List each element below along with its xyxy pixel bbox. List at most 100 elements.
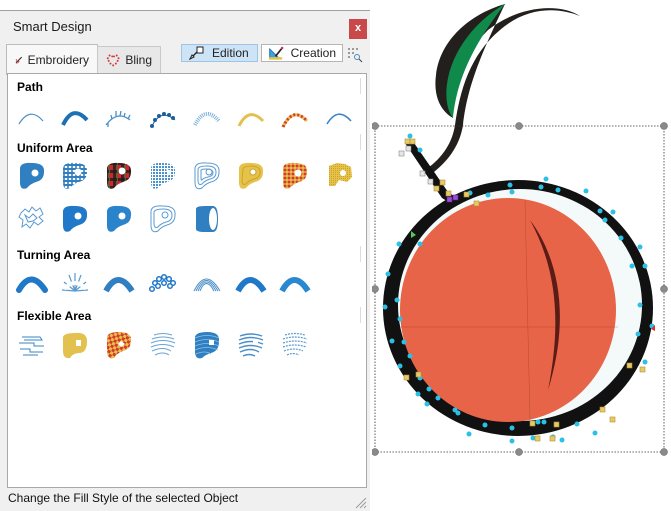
stippling-fill-icon [18,206,44,229]
wave-flex-icon [194,332,220,359]
creation-label: Creation [290,46,336,60]
gold-spiral-fill-icon [239,162,264,189]
style-gold-spiral-fill[interactable] [235,160,267,192]
handle-bl[interactable] [372,448,379,456]
style-curve-flex[interactable] [235,329,267,361]
style-red-gold-fill[interactable] [279,160,311,192]
style-tartan-fill[interactable] [103,160,135,192]
handle-mr[interactable] [660,285,668,293]
blue-texture-fill-icon [107,205,132,232]
separator [360,307,361,323]
outline-contour-fill-icon [150,205,176,233]
style-stripe-turning[interactable] [103,267,135,299]
style-3d-fill[interactable] [191,203,223,235]
edition-label: Edition [212,46,249,60]
tab-bling-label: Bling [125,53,152,67]
separator [360,78,361,94]
separator [360,134,361,150]
style-stippling-fill[interactable] [16,203,48,235]
style-maze-flex[interactable] [16,329,48,361]
close-button[interactable]: x [349,19,367,39]
handle-br[interactable] [660,448,668,456]
set-square-pencil-icon [268,46,284,60]
resize-grip-icon[interactable] [353,495,367,509]
maze-flex-icon [19,336,44,356]
style-e-stitch[interactable] [103,102,135,134]
bead-turning-icon [148,273,177,293]
style-bead-turning[interactable] [147,267,179,299]
bead-red-path-icon [281,113,309,128]
needle-icon [15,56,23,64]
heart-dots-icon [106,54,120,67]
multi-line-turning-icon [193,278,221,292]
edition-button[interactable]: Edition [181,44,258,62]
checker-flex-icon [107,332,132,359]
handle-bm[interactable] [515,448,523,456]
style-multi-line-turning[interactable] [191,267,223,299]
creation-button[interactable]: Creation [261,44,343,62]
style-bead-path[interactable] [147,102,179,134]
lines-flex-icon [150,333,176,356]
style-blue-texture-fill[interactable] [103,203,135,235]
separator [360,246,361,262]
radial-turning-icon [61,273,89,292]
red-gold-fill-icon [283,162,308,189]
tab-embroidery-label: Embroidery [27,53,89,67]
stitch-styles-list: Path Uniform Area Turning Area Flexible … [7,73,367,488]
style-lines-flex[interactable] [147,329,179,361]
3d-fill-icon [196,206,218,232]
style-running-stitch[interactable] [16,102,48,134]
style-satin-path[interactable] [59,102,91,134]
bead-path-icon [150,112,176,128]
style-turning-satin[interactable] [16,267,48,299]
handle-tl[interactable] [372,122,379,130]
section-title-uniform-area: Uniform Area [17,141,93,155]
tatami-fill-icon [20,162,45,189]
section-title-turning-area: Turning Area [17,248,91,262]
style-checker-flex[interactable] [103,329,135,361]
style-thin-path[interactable] [323,102,355,134]
style-gingham-fill[interactable] [59,160,91,192]
blue-motif-fill-icon [63,205,88,232]
style-mesh-fill[interactable] [147,160,179,192]
style-radial-turning[interactable] [59,267,91,299]
tab-embroidery[interactable]: Embroidery [6,44,98,75]
tab-bling[interactable]: Bling [97,46,161,73]
tartan-fill-icon [107,162,132,189]
style-textured-path[interactable] [191,102,223,134]
style-texture-turning[interactable] [279,267,311,299]
style-gold-flex[interactable] [59,329,91,361]
pointer-edit-icon [188,46,204,60]
gold-grid-fill-icon [329,163,352,186]
e-stitch-icon [105,110,131,127]
handle-tr[interactable] [660,122,668,130]
style-outline-contour-fill[interactable] [147,203,179,235]
gold-satin-path-icon [237,113,265,127]
gingham-fill-icon [63,162,88,189]
texture-turning-icon [279,277,311,293]
style-wave-flex[interactable] [191,329,223,361]
thin-path-icon [326,113,352,125]
style-gold-grid-fill[interactable] [323,160,355,192]
style-dash-flex[interactable] [279,329,311,361]
style-gold-satin-path[interactable] [235,102,267,134]
turning-satin-icon [16,276,48,293]
peach-body[interactable] [400,198,616,422]
dash-flex-icon [282,332,308,356]
gold-flex-icon [63,332,87,359]
style-blue-motif-fill[interactable] [59,203,91,235]
title-bar: Smart Design x [0,11,370,43]
section-title-flexible-area: Flexible Area [17,309,92,323]
handle-tm[interactable] [515,122,523,130]
style-wave-turning[interactable] [235,267,267,299]
style-contour-fill[interactable] [191,160,223,192]
handle-ml[interactable] [372,285,379,293]
style-tatami-fill[interactable] [16,160,48,192]
design-canvas[interactable] [372,0,671,510]
style-bead-red-path[interactable] [279,102,311,134]
textured-path-icon [193,112,221,126]
grid-search-icon[interactable] [347,47,363,63]
stripe-turning-icon [103,277,135,293]
panel-title: Smart Design [13,19,92,34]
status-bar: Change the Fill Style of the selected Ob… [7,489,367,511]
